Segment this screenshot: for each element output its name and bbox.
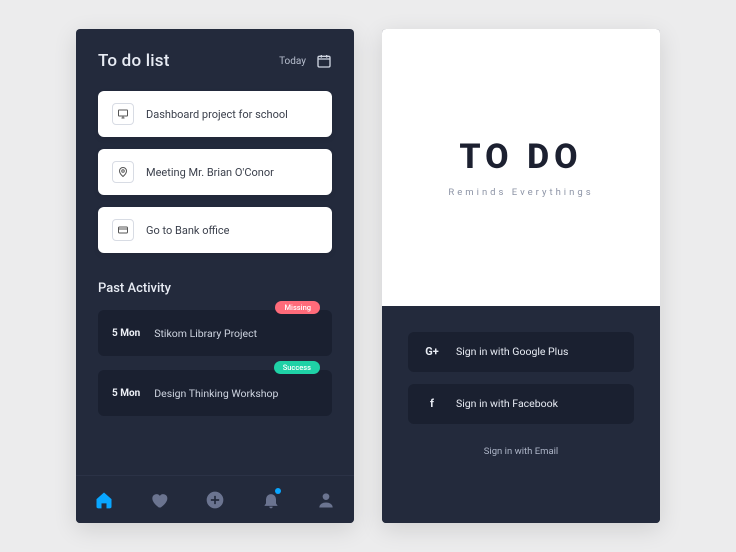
tab-bar bbox=[76, 475, 354, 523]
task-label: Go to Bank office bbox=[146, 224, 229, 237]
signin-facebook-button[interactable]: f Sign in with Facebook bbox=[408, 384, 634, 424]
calendar-icon bbox=[316, 53, 332, 69]
task-item[interactable]: Meeting Mr. Brian O'Conor bbox=[98, 149, 332, 195]
facebook-icon: f bbox=[424, 397, 440, 410]
past-item[interactable]: Success 5 Mon Design Thinking Workshop bbox=[98, 370, 332, 416]
past-title: Stikom Library Project bbox=[154, 327, 257, 340]
filter-label: Today bbox=[279, 56, 306, 67]
tab-home[interactable] bbox=[87, 483, 121, 517]
task-item[interactable]: Dashboard project for school bbox=[98, 91, 332, 137]
home-icon bbox=[94, 490, 114, 510]
tab-favorites[interactable] bbox=[142, 483, 176, 517]
task-label: Dashboard project for school bbox=[146, 108, 288, 121]
task-label: Meeting Mr. Brian O'Conor bbox=[146, 166, 274, 179]
header: To do list Today bbox=[76, 29, 354, 85]
signin-google-label: Sign in with Google Plus bbox=[456, 345, 568, 358]
past-title: Design Thinking Workshop bbox=[154, 387, 278, 400]
task-item[interactable]: Go to Bank office bbox=[98, 207, 332, 253]
tab-notifications[interactable] bbox=[254, 483, 288, 517]
notification-dot bbox=[275, 488, 281, 494]
signin-google-button[interactable]: G+ Sign in with Google Plus bbox=[408, 332, 634, 372]
status-badge: Success bbox=[274, 361, 320, 374]
signin-email-link[interactable]: Sign in with Email bbox=[484, 446, 558, 457]
past-item[interactable]: Missing 5 Mon Stikom Library Project bbox=[98, 310, 332, 356]
monitor-icon bbox=[112, 103, 134, 125]
signin-screen: TO DO Reminds Everythings G+ Sign in wit… bbox=[382, 29, 660, 523]
tagline: Reminds Everythings bbox=[448, 187, 593, 198]
tab-profile[interactable] bbox=[309, 483, 343, 517]
auth-panel: G+ Sign in with Google Plus f Sign in wi… bbox=[382, 306, 660, 523]
signin-facebook-label: Sign in with Facebook bbox=[456, 397, 558, 410]
status-badge: Missing bbox=[275, 301, 320, 314]
past-date: 5 Mon bbox=[112, 328, 140, 339]
page-title: To do list bbox=[98, 51, 170, 71]
header-filter[interactable]: Today bbox=[279, 53, 332, 69]
tab-add[interactable] bbox=[198, 483, 232, 517]
card-icon bbox=[112, 219, 134, 241]
hero: TO DO Reminds Everythings bbox=[382, 29, 660, 306]
past-activity-list: Missing 5 Mon Stikom Library Project Suc… bbox=[76, 310, 354, 416]
past-date: 5 Mon bbox=[112, 388, 140, 399]
pin-icon bbox=[112, 161, 134, 183]
todo-screen: To do list Today Dashboard project for s… bbox=[76, 29, 354, 523]
plus-circle-icon bbox=[205, 490, 225, 510]
task-list: Dashboard project for school Meeting Mr.… bbox=[76, 85, 354, 253]
brand-wordmark: TO DO bbox=[459, 137, 582, 177]
heart-icon bbox=[149, 490, 169, 510]
google-plus-icon: G+ bbox=[424, 345, 440, 358]
user-icon bbox=[316, 490, 336, 510]
